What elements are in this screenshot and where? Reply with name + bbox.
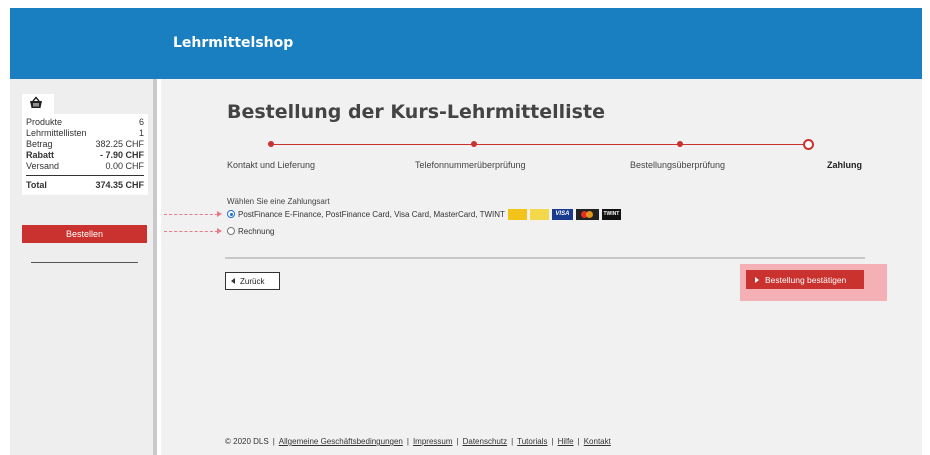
visa-logo: VISA: [551, 208, 573, 220]
cart-row-label: Betrag: [26, 139, 53, 149]
cart-row-value: 0.00 CHF: [105, 161, 144, 171]
sidebar: Produkte 6 Lehrmittellisten 1 Betrag 382…: [10, 79, 157, 455]
step-current-ring: [803, 139, 814, 150]
section-divider: [225, 257, 865, 259]
cart-row-total: Total 374.35 CHF: [26, 175, 144, 191]
footer: © 2020 DLS | Allgemeine Geschäftsbedingung…: [225, 437, 611, 446]
footer-link-kontakt[interactable]: Kontakt: [584, 437, 611, 446]
sidebar-divider: [31, 262, 138, 263]
twint-logo: TWINT: [601, 208, 621, 220]
header-bar: Lehrmittelshop: [10, 8, 922, 79]
cart-row-amount: Betrag 382.25 CHF: [26, 139, 144, 150]
cart-row-value: 1: [138, 128, 144, 138]
annotation-arrow-head: [217, 228, 222, 234]
cart-row-shipping: Versand 0.00 CHF: [26, 161, 144, 172]
cart-total-value: 374.35 CHF: [95, 180, 144, 190]
payment-option-postfinance[interactable]: PostFinance E-Finance, PostFinance Card,…: [227, 208, 621, 220]
cart-row-label: Lehrmittellisten: [26, 128, 87, 138]
annotation-arrow-line: [164, 231, 218, 232]
confirm-button-label: Bestellung bestätigen: [765, 274, 847, 285]
step-contact: Kontakt und Lieferung: [227, 160, 316, 170]
payment-option-label: Rechnung: [238, 226, 275, 236]
cart-row-discount: Rabatt - 7.90 CHF: [26, 150, 144, 161]
cart-total-label: Total: [26, 180, 47, 190]
cart-row-value: 382.25 CHF: [95, 139, 144, 149]
step-order-review: Bestellungsüberprüfung: [630, 160, 726, 170]
radio-postfinance[interactable]: [227, 210, 235, 218]
back-button-label: Zurück: [240, 276, 265, 286]
annotation-arrow-line: [164, 214, 218, 215]
step-phone-check: Telefonnummerüberprüfung: [415, 160, 526, 170]
brand-title[interactable]: Lehrmittelshop: [173, 35, 293, 51]
postfinance-efinance-logo: [507, 208, 527, 220]
confirm-order-button[interactable]: Bestellung bestätigen: [746, 270, 864, 289]
cart-row-value: 6: [138, 117, 144, 127]
footer-link-impressum[interactable]: Impressum: [413, 437, 453, 446]
progress-line: [271, 144, 803, 145]
footer-copyright: © 2020 DLS: [225, 437, 269, 446]
cart-tab[interactable]: [22, 94, 54, 114]
footer-link-hilfe[interactable]: Hilfe: [558, 437, 574, 446]
step-payment: Zahlung: [827, 160, 862, 170]
annotation-arrow-head: [217, 211, 222, 217]
step-dot: [268, 141, 274, 147]
footer-link-datenschutz[interactable]: Datenschutz: [463, 437, 507, 446]
cart-row-products: Produkte 6: [26, 117, 144, 128]
cart-row-lists: Lehrmittellisten 1: [26, 128, 144, 139]
postfinance-card-logo: [529, 208, 549, 220]
payment-option-invoice[interactable]: Rechnung: [227, 225, 274, 237]
order-button[interactable]: Bestellen: [22, 225, 147, 243]
radio-invoice[interactable]: [227, 227, 235, 235]
cart-row-label: Produkte: [26, 117, 63, 127]
payment-option-label: PostFinance E-Finance, PostFinance Card,…: [238, 209, 505, 219]
step-dot: [677, 141, 683, 147]
caret-left-icon: [231, 278, 235, 284]
basket-icon: [30, 96, 42, 108]
page-title: Bestellung der Kurs-Lehrmittelliste: [227, 101, 605, 123]
cart-row-label: Versand: [26, 161, 60, 171]
cart-summary: Produkte 6 Lehrmittellisten 1 Betrag 382…: [22, 114, 148, 195]
cart-row-label: Rabatt: [26, 150, 55, 160]
footer-link-tutorials[interactable]: Tutorials: [517, 437, 547, 446]
caret-right-icon: [755, 276, 759, 283]
mastercard-logo: [575, 208, 599, 220]
footer-link-agb[interactable]: Allgemeine Geschäftsbedingungen: [279, 437, 403, 446]
back-button[interactable]: Zurück: [225, 272, 280, 290]
step-dot: [471, 141, 477, 147]
payment-heading: Wählen Sie eine Zahlungsart: [227, 197, 330, 206]
main-content: Bestellung der Kurs-Lehrmittelliste Kont…: [161, 79, 922, 455]
cart-row-value: - 7.90 CHF: [99, 150, 144, 160]
